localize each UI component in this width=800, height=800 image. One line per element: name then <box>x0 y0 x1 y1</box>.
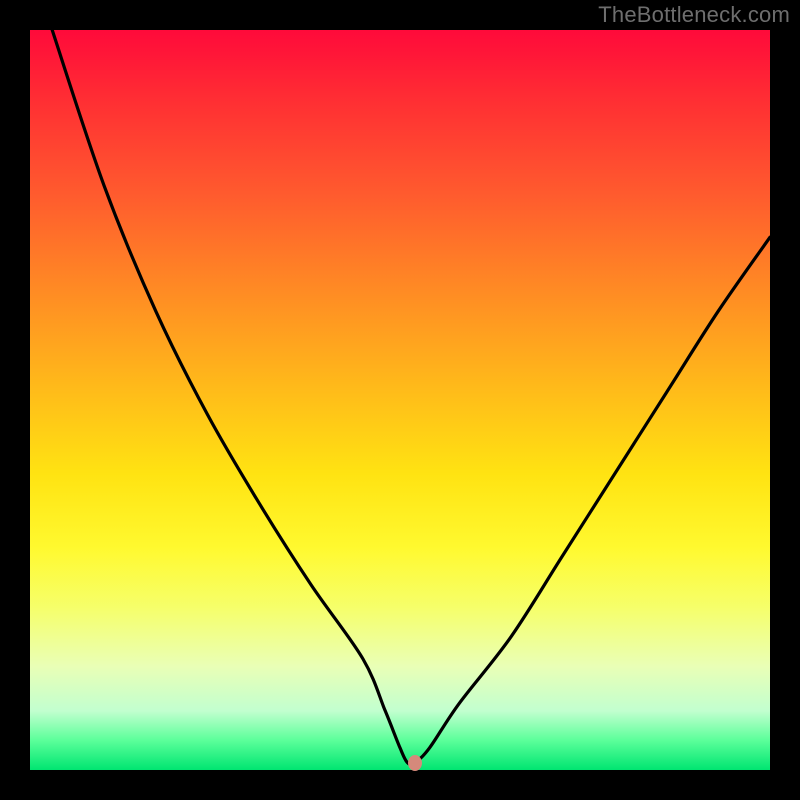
chart-frame: TheBottleneck.com <box>0 0 800 800</box>
plot-area <box>30 30 770 770</box>
watermark-text: TheBottleneck.com <box>598 2 790 28</box>
optimal-point-marker <box>408 755 422 771</box>
bottleneck-curve <box>30 30 770 770</box>
